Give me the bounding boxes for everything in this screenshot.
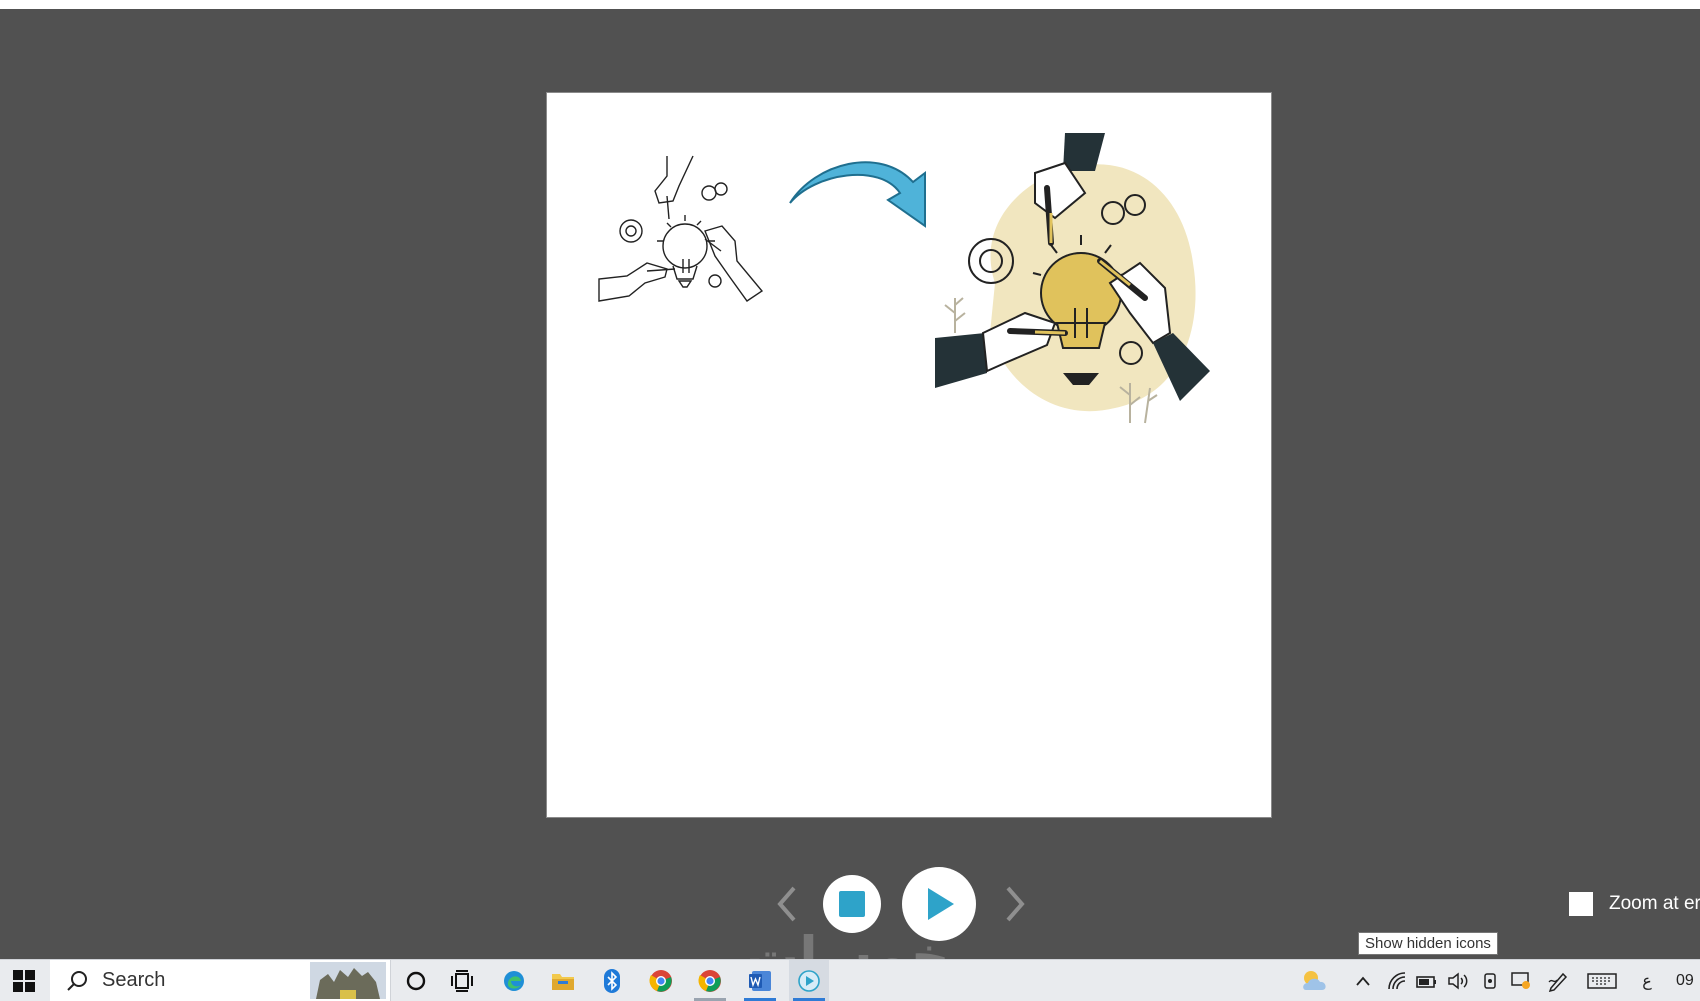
keyboard-icon xyxy=(1587,972,1617,989)
volume-icon xyxy=(1448,971,1468,990)
clock-time: 09 xyxy=(1676,971,1694,989)
search-icon xyxy=(67,970,87,991)
tray-pen[interactable] xyxy=(1545,960,1571,1001)
bluetooth-taskbar-button[interactable] xyxy=(592,960,632,1001)
window-title-bar xyxy=(0,0,1700,9)
wifi-icon xyxy=(1388,971,1406,989)
idea-sketch-illustration xyxy=(598,155,764,302)
search-highlight-image xyxy=(310,962,386,999)
word-icon xyxy=(749,970,771,991)
weather-icon xyxy=(1303,970,1326,990)
start-button[interactable] xyxy=(0,960,48,1001)
slide-canvas xyxy=(546,92,1272,818)
tray-device[interactable] xyxy=(1477,960,1503,1001)
transform-arrow xyxy=(789,161,926,228)
device-icon xyxy=(1484,972,1496,989)
idea-color-illustration xyxy=(935,133,1210,424)
search-placeholder: Search xyxy=(102,969,166,991)
weather-widget[interactable] xyxy=(1295,960,1335,1001)
file-explorer-icon xyxy=(552,973,574,990)
chevron-up-icon xyxy=(1356,976,1370,986)
cortana-icon xyxy=(406,971,426,990)
chevron-right-icon xyxy=(1006,886,1025,922)
tray-network[interactable] xyxy=(1384,960,1410,1001)
tray-touch-keyboard[interactable] xyxy=(1585,960,1619,1001)
cortana-button[interactable] xyxy=(396,960,436,1001)
edge-taskbar-button[interactable] xyxy=(494,960,534,1001)
monitor-warning-icon xyxy=(1511,971,1530,989)
zoom-checkbox[interactable] xyxy=(1569,892,1593,916)
next-slide-button[interactable] xyxy=(1000,884,1030,924)
zoom-label: Zoom at er xyxy=(1609,893,1700,914)
tray-volume[interactable] xyxy=(1445,960,1471,1001)
battery-icon xyxy=(1416,975,1436,988)
taskbar-search[interactable]: Search xyxy=(50,960,391,1001)
chevron-left-icon xyxy=(777,886,796,922)
input-language-label: ع xyxy=(1642,972,1652,990)
play-icon xyxy=(928,888,954,920)
previous-slide-button[interactable] xyxy=(772,884,802,924)
slideshow-stage: Zoom at er xyxy=(0,9,1700,959)
chrome-taskbar-button[interactable] xyxy=(641,960,681,1001)
chrome-icon xyxy=(698,969,721,992)
edge-icon xyxy=(504,970,524,991)
file-explorer-taskbar-button[interactable] xyxy=(543,960,583,1001)
chrome-taskbar-button-2[interactable] xyxy=(690,960,730,1001)
word-taskbar-button[interactable] xyxy=(740,960,780,1001)
chrome-icon xyxy=(649,969,672,992)
clock[interactable]: 09 xyxy=(1676,960,1700,1001)
task-view-icon xyxy=(451,969,473,992)
zoom-option: Zoom at er xyxy=(1569,890,1700,918)
taskbar: Search ع 09 xyxy=(0,959,1700,1001)
task-view-button[interactable] xyxy=(442,960,482,1001)
windows-logo-icon xyxy=(13,969,35,992)
media-player-taskbar-button[interactable] xyxy=(789,960,829,1001)
bluetooth-icon xyxy=(604,968,620,993)
tray-battery[interactable] xyxy=(1413,960,1439,1001)
pen-icon xyxy=(1548,972,1568,992)
media-player-icon xyxy=(798,969,820,992)
stop-icon xyxy=(839,891,865,917)
show-hidden-icons-button[interactable] xyxy=(1350,960,1376,1001)
input-language[interactable]: ع xyxy=(1636,960,1658,1001)
tray-security[interactable] xyxy=(1508,960,1534,1001)
show-hidden-icons-tooltip: Show hidden icons xyxy=(1358,932,1498,955)
